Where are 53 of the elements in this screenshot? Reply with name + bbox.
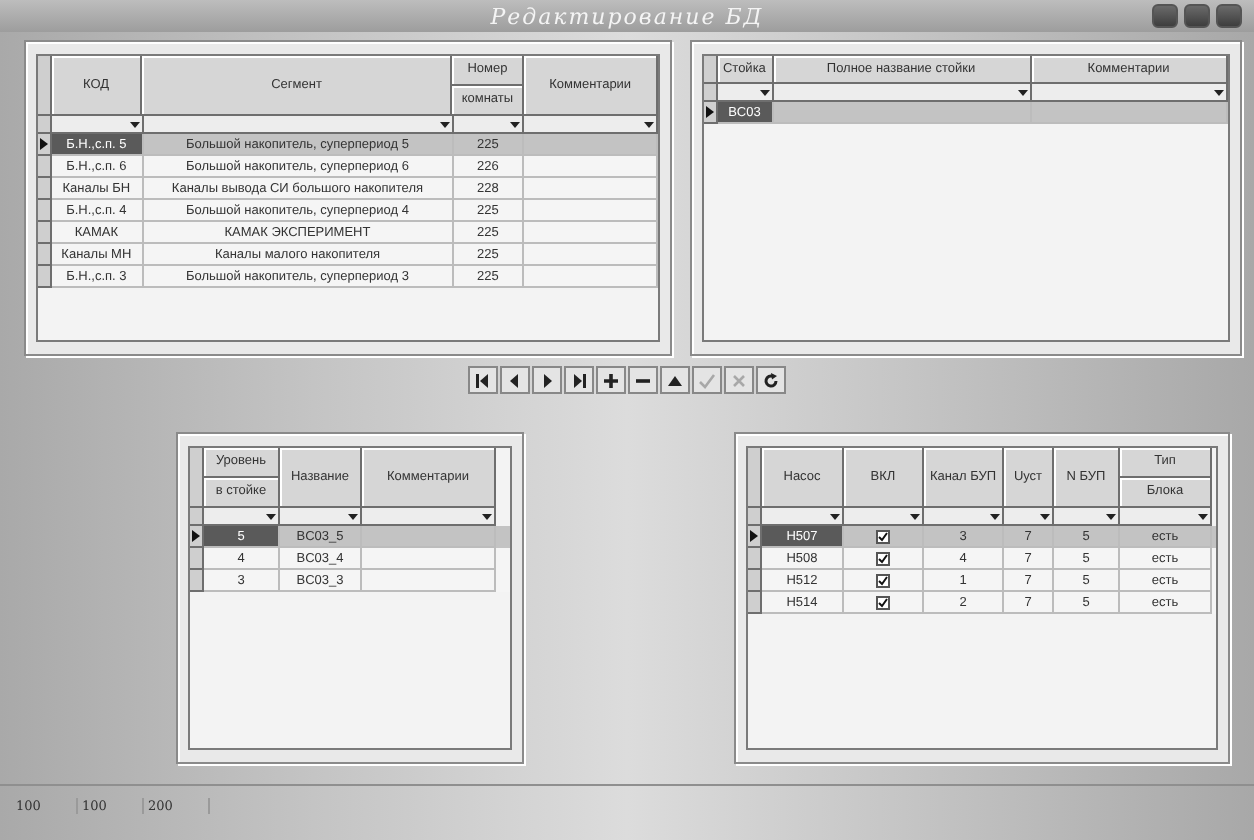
previous-icon bbox=[506, 371, 524, 389]
cancel-icon bbox=[730, 371, 748, 389]
navigator-button[interactable] bbox=[564, 366, 594, 394]
grid-corner bbox=[748, 448, 762, 508]
check-icon bbox=[698, 371, 716, 389]
dropdown-arrow-icon bbox=[990, 513, 1000, 519]
grid-corner bbox=[190, 448, 204, 508]
dropdown-arrow-icon bbox=[266, 513, 276, 519]
dropdown-arrow-icon bbox=[129, 121, 140, 127]
grid-corner bbox=[38, 56, 52, 116]
navigator-button[interactable] bbox=[500, 366, 530, 394]
last-record-icon bbox=[570, 371, 588, 389]
dropdown-arrow-icon bbox=[348, 513, 358, 519]
first-record-icon bbox=[474, 371, 492, 389]
dropdown-arrow-icon bbox=[439, 121, 450, 127]
filter-dropdown[interactable] bbox=[453, 116, 524, 134]
grid-corner bbox=[704, 56, 718, 84]
navigator-button[interactable] bbox=[596, 366, 626, 394]
dropdown-arrow-icon bbox=[759, 89, 769, 95]
maximize-button[interactable] bbox=[1184, 4, 1210, 28]
plus-icon bbox=[602, 371, 620, 389]
table-cell bbox=[362, 570, 496, 592]
checkbox[interactable] bbox=[876, 573, 890, 587]
dropdown-arrow-icon bbox=[1106, 513, 1116, 519]
filter-dropdown[interactable] bbox=[1004, 508, 1054, 526]
dropdown-arrow-icon bbox=[1213, 89, 1224, 95]
dropdown-arrow-icon bbox=[1040, 513, 1050, 519]
dropdown-arrow-icon bbox=[1017, 89, 1027, 95]
up-triangle-icon bbox=[666, 371, 684, 389]
navigator-button[interactable] bbox=[756, 366, 786, 394]
navigator-button[interactable] bbox=[660, 366, 690, 394]
next-icon bbox=[538, 371, 556, 389]
navigator-button[interactable] bbox=[532, 366, 562, 394]
dropdown-arrow-icon bbox=[644, 121, 654, 127]
checkbox[interactable] bbox=[876, 551, 890, 565]
navigator-button[interactable] bbox=[468, 366, 498, 394]
refresh-icon bbox=[762, 371, 780, 389]
close-button[interactable] bbox=[1216, 4, 1242, 28]
checkbox[interactable] bbox=[876, 529, 890, 543]
minimize-button[interactable] bbox=[1152, 4, 1178, 28]
filter-dropdown[interactable] bbox=[717, 84, 773, 102]
window-title: Редактирование БД bbox=[490, 3, 764, 29]
current-row-icon bbox=[192, 530, 200, 542]
navigator-button[interactable] bbox=[628, 366, 658, 394]
filter-dropdown[interactable] bbox=[1054, 508, 1120, 526]
current-row-icon bbox=[750, 530, 758, 542]
dropdown-arrow-icon bbox=[910, 513, 920, 519]
dropdown-arrow-icon bbox=[509, 121, 520, 127]
dropdown-arrow-icon bbox=[830, 513, 840, 519]
dropdown-arrow-icon bbox=[1198, 513, 1208, 519]
table-cell bbox=[523, 266, 658, 288]
dropdown-arrow-icon bbox=[482, 513, 492, 519]
checkbox[interactable] bbox=[876, 595, 890, 609]
